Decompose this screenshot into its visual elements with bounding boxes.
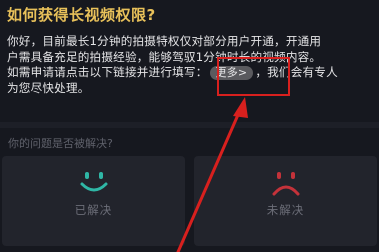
help-article-screen: 如何获得长视频权限? 你好，目前最长1分钟的拍摄特权仅对部分用户开通，开通用 户… — [0, 0, 379, 252]
sad-face-icon — [272, 172, 299, 196]
article-body: 你好，目前最长1分钟的拍摄特权仅对部分用户开通，开通用 户需具备充足的拍摄经验，… — [7, 34, 375, 96]
body-line-1: 你好，目前最长1分钟的拍摄特权仅对部分用户开通，开通用 — [7, 34, 322, 48]
smile-face-icon — [80, 172, 107, 192]
body-line-3-prefix: 如需申请请点击以下链接并进行填写： — [7, 65, 208, 79]
unresolved-label: 未解决 — [266, 203, 305, 217]
resolved-label: 已解决 — [74, 203, 113, 217]
annotation-highlight-box — [217, 57, 290, 96]
article-title: 如何获得长视频权限? — [7, 6, 156, 24]
body-line-4: 为您尽快处理。 — [7, 80, 90, 95]
unresolved-button[interactable]: 未解决 — [194, 156, 377, 246]
body-line-3: 如需申请请点击以下链接并进行填写： 更多> ，我们会有专人 — [7, 65, 375, 81]
body-line-2: 户需具备充足的拍摄经验，能够驾驭1分钟时长的视频内容。 — [7, 49, 322, 64]
resolved-button[interactable]: 已解决 — [2, 156, 185, 246]
feedback-question: 你的问题是否被解决? — [8, 137, 113, 150]
section-divider — [0, 122, 379, 128]
